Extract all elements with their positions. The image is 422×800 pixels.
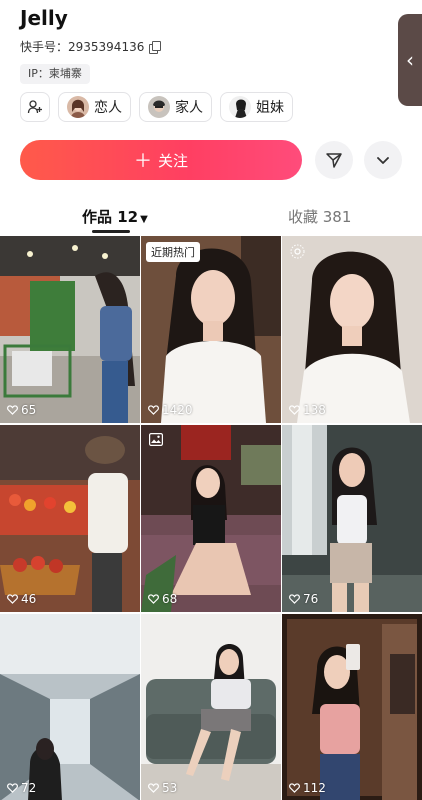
tab-works-count: 12: [117, 208, 139, 226]
likes-count: 76: [289, 592, 318, 606]
heart-outline-icon: [148, 405, 159, 415]
heart-outline-icon: [7, 405, 18, 415]
chip-label: 恋人: [94, 100, 122, 116]
more-button[interactable]: [364, 141, 402, 179]
tab-works[interactable]: 作品 12 ▼: [82, 206, 148, 227]
post-image: [282, 614, 422, 800]
avatar: [148, 96, 170, 118]
post-thumbnail[interactable]: 138: [282, 236, 422, 423]
chip-sisters[interactable]: 姐妹: [220, 92, 293, 122]
heart-outline-icon: [289, 783, 300, 793]
heart-outline-icon: [148, 783, 159, 793]
post-image: [141, 614, 281, 800]
relation-chips: 恋人 家人 姐妹: [20, 92, 293, 122]
likes-count: 68: [148, 592, 177, 606]
post-thumbnail[interactable]: 46: [0, 425, 140, 612]
post-image: [141, 236, 281, 423]
post-image: [282, 425, 422, 612]
post-thumbnail[interactable]: 68: [141, 425, 281, 612]
likes-count: 53: [148, 781, 177, 795]
likes-count: 72: [7, 781, 36, 795]
likes-count: 138: [289, 403, 326, 417]
chip-family[interactable]: 家人: [139, 92, 212, 122]
avatar: [229, 96, 251, 118]
plus-icon: ＋: [133, 151, 152, 172]
likes-value: 1420: [162, 403, 193, 417]
content-tabs: 作品 12 ▼ 收藏 381: [0, 198, 422, 236]
chip-label: 家人: [175, 100, 203, 116]
likes-value: 112: [303, 781, 326, 795]
avatar: [67, 96, 89, 118]
post-image: [0, 614, 140, 800]
post-image: [0, 425, 140, 612]
chip-label: 姐妹: [256, 100, 284, 116]
likes-count: 65: [7, 403, 36, 417]
follow-label: 关注: [157, 151, 188, 170]
heart-outline-icon: [7, 783, 18, 793]
post-grid: 65 近期热门 1420 138 46 68 76 72 53 112: [0, 236, 422, 800]
add-relation-button[interactable]: [20, 92, 50, 122]
post-thumbnail[interactable]: 72: [0, 614, 140, 800]
side-drawer-handle[interactable]: ‹: [398, 14, 422, 106]
trending-badge: 近期热门: [146, 242, 200, 262]
likes-value: 46: [21, 592, 37, 606]
copy-icon[interactable]: [149, 41, 162, 54]
post-thumbnail[interactable]: 65: [0, 236, 140, 423]
chevron-left-icon: ‹: [406, 48, 414, 72]
post-thumbnail[interactable]: 近期热门 1420: [141, 236, 281, 423]
chip-lover[interactable]: 恋人: [58, 92, 131, 122]
add-person-icon: [27, 100, 42, 114]
tab-works-label: 作品: [82, 208, 113, 226]
share-button[interactable]: [315, 141, 353, 179]
likes-count: 46: [7, 592, 36, 606]
profile-page: Jelly 快手号：2935394136 IP：柬埔寨 ‹ 恋人 家人 姐妹 ＋…: [0, 0, 422, 800]
heart-outline-icon: [289, 594, 300, 604]
kuaishou-id-row: 快手号：2935394136: [20, 38, 162, 55]
post-image: [0, 236, 140, 423]
likes-value: 72: [21, 781, 37, 795]
image-post-icon: [149, 433, 163, 446]
likes-value: 138: [303, 403, 326, 417]
ip-location-tag: IP：柬埔寨: [20, 64, 90, 84]
heart-outline-icon: [148, 594, 159, 604]
follow-button[interactable]: ＋ 关注: [20, 140, 302, 180]
heart-outline-icon: [289, 405, 300, 415]
tab-favorites[interactable]: 收藏 381: [288, 206, 351, 227]
profile-name: Jelly: [20, 6, 68, 30]
live-photo-icon: [290, 244, 305, 259]
post-thumbnail[interactable]: 76: [282, 425, 422, 612]
active-tab-indicator: [92, 230, 130, 233]
post-image: [141, 425, 281, 612]
likes-count: 112: [289, 781, 326, 795]
likes-value: 53: [162, 781, 178, 795]
likes-value: 68: [162, 592, 178, 606]
caret-down-icon: ▼: [140, 214, 148, 225]
likes-value: 76: [303, 592, 319, 606]
post-image: [282, 236, 422, 423]
heart-outline-icon: [7, 594, 18, 604]
post-thumbnail[interactable]: 53: [141, 614, 281, 800]
post-thumbnail[interactable]: 112: [282, 614, 422, 800]
likes-value: 65: [21, 403, 37, 417]
kuaishou-id: 快手号：2935394136: [20, 40, 145, 54]
share-arrow-icon: [326, 153, 342, 168]
likes-count: 1420: [148, 403, 193, 417]
chevron-down-icon: [377, 157, 389, 164]
